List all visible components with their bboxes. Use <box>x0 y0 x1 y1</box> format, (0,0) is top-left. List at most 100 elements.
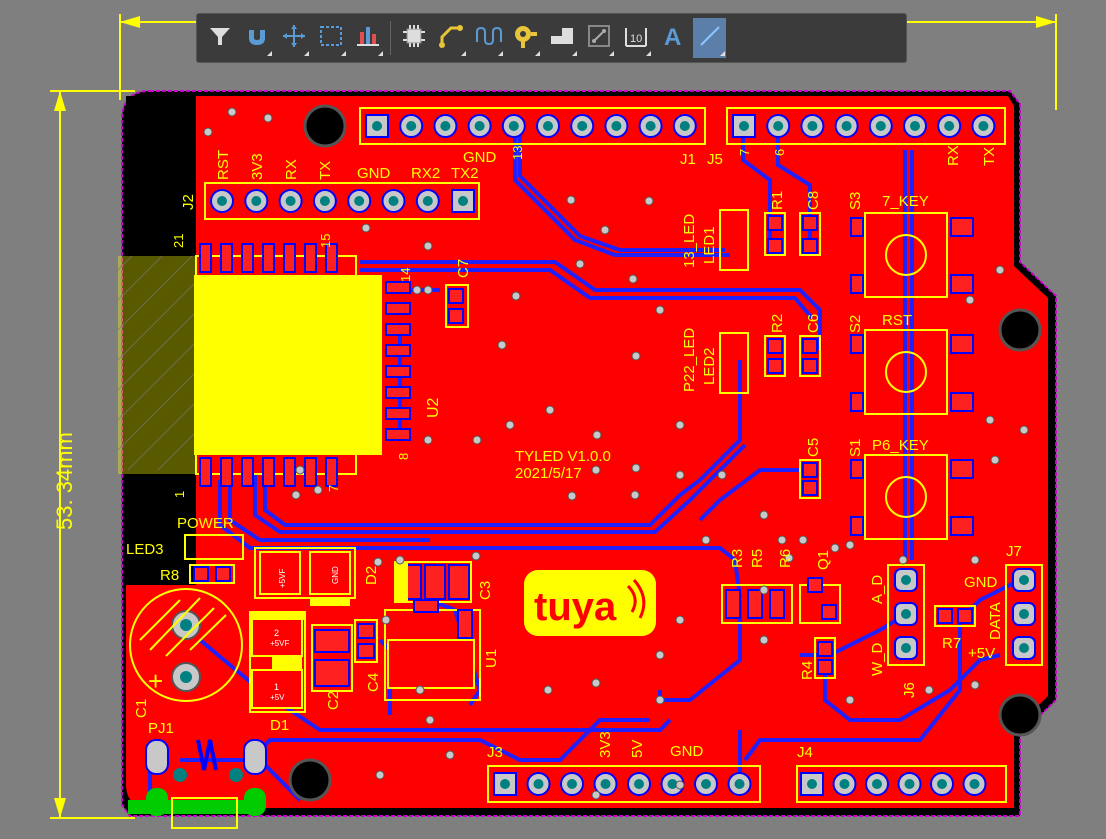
module-pad-top <box>241 243 254 273</box>
module-pad-bottom <box>325 457 338 487</box>
via-button[interactable] <box>508 18 541 58</box>
select-button[interactable] <box>314 18 347 58</box>
component-button[interactable] <box>397 18 430 58</box>
text-string-icon: A <box>659 22 687 54</box>
active-bar-toolbar: 10 A <box>196 13 907 63</box>
via <box>631 351 641 361</box>
via <box>631 463 641 473</box>
module-pad-right <box>385 365 411 378</box>
silk-label-j5-7: 7 <box>737 149 752 156</box>
header-pin-hole <box>1019 575 1029 585</box>
header-pin-hole <box>611 121 622 131</box>
u2-module-shield <box>194 275 382 455</box>
header-pin-hole <box>251 196 262 206</box>
via <box>759 635 769 645</box>
module-pad-bottom <box>241 457 254 487</box>
pcb-layout-view[interactable]: 53. 34mm tuya RST 3V3 RX TX GND RX2 TX2J… <box>0 0 1106 835</box>
via <box>591 465 601 475</box>
silk-label-power: POWER <box>177 515 234 532</box>
keepout-button[interactable] <box>582 18 615 58</box>
silk-label-r6: R6 <box>777 549 794 568</box>
header-pin-hole <box>285 196 296 206</box>
text-button[interactable]: A <box>656 18 689 58</box>
align-button[interactable] <box>351 18 384 58</box>
silk-label-led1-a: 13_LED <box>681 214 698 268</box>
silk-label-j2-pin: 3V3 <box>249 153 266 180</box>
header-pin-hole <box>533 779 544 789</box>
diff-pair-button[interactable] <box>471 18 504 58</box>
via <box>361 223 371 233</box>
header-pin-hole <box>319 196 330 206</box>
silk-label-s1: S1 <box>847 439 864 457</box>
header-pin-hole <box>440 121 451 131</box>
silk-label-d2: D2 <box>363 566 380 585</box>
svg-text:10: 10 <box>630 33 642 45</box>
route-button[interactable] <box>434 18 467 58</box>
via <box>543 685 553 695</box>
filter-button[interactable] <box>203 18 236 58</box>
via <box>423 435 433 445</box>
header-pin-hole <box>1019 609 1029 619</box>
silk-label-u2-pin21: 21 <box>171 234 186 248</box>
interactive-diff-pair-icon <box>474 22 502 54</box>
via <box>675 780 685 790</box>
silk-label-d2-gnd: GND <box>331 566 340 584</box>
via <box>655 305 665 315</box>
tuya-logo-text: tuya <box>534 585 617 629</box>
header-pin-hole <box>807 121 818 131</box>
header-pin-hole <box>1019 643 1029 653</box>
silk-label-pj1: PJ1 <box>148 720 174 737</box>
select-rectangle-icon <box>317 22 345 54</box>
silk-label-j7-data: DATA <box>987 602 1004 640</box>
dimension-button[interactable]: 10 <box>619 18 652 58</box>
silk-label-j5-tx: TX <box>981 147 998 166</box>
silk-label-j6: J6 <box>901 682 918 698</box>
silk-label-j2-pin: RST <box>215 150 232 180</box>
via <box>675 420 685 430</box>
silk-label-q1: Q1 <box>815 550 832 570</box>
silk-label-c1: C1 <box>133 699 150 718</box>
silk-label-j2-pin: TX <box>317 161 334 180</box>
magnet-button[interactable] <box>240 18 273 58</box>
silk-label-d1-pin-bot: +5V <box>270 693 285 702</box>
silk-label-r8: R8 <box>160 567 179 584</box>
move-cross-icon <box>280 22 308 54</box>
silk-label-w-d: W_D <box>869 643 886 677</box>
via <box>505 420 515 430</box>
header-pin-hole <box>474 121 485 131</box>
header-pin-hole <box>937 779 947 789</box>
tuya-logo: tuya <box>524 570 656 636</box>
via-pad-icon <box>511 22 539 54</box>
module-pad-bottom <box>262 457 275 487</box>
silk-label-c2: C2 <box>325 691 342 710</box>
move-button[interactable] <box>277 18 310 58</box>
polygon-button[interactable] <box>545 18 578 58</box>
module-pad-right <box>385 428 411 441</box>
module-pad-right <box>385 323 411 336</box>
via <box>423 285 433 295</box>
header-pin-hole <box>458 196 468 206</box>
via <box>970 555 980 565</box>
header-pin-hole <box>388 196 399 206</box>
silk-label-j2-pin: GND <box>357 165 391 182</box>
silk-label-r7: R7 <box>942 635 961 652</box>
silk-label-j3-5v: 5V <box>629 740 646 758</box>
via <box>415 685 425 695</box>
via <box>628 274 638 284</box>
via <box>412 285 422 295</box>
header-pin-hole <box>508 121 519 131</box>
silk-label-u2-pin15: 15 <box>318 234 333 248</box>
via <box>644 196 654 206</box>
via <box>985 415 995 425</box>
via <box>471 551 481 561</box>
via <box>423 241 433 251</box>
line-button[interactable] <box>693 18 726 58</box>
silk-label-c6: C6 <box>805 314 822 333</box>
header-pin-hole <box>901 643 911 653</box>
module-pad-top <box>283 243 296 273</box>
header-pin-hole <box>969 779 980 789</box>
via <box>995 265 1005 275</box>
module-pad-right <box>385 281 411 294</box>
pcb-editor-canvas[interactable]: 53. 34mm tuya RST 3V3 RX TX GND RX2 TX2 … <box>0 0 1106 835</box>
dimension-icon: 10 <box>622 22 650 54</box>
